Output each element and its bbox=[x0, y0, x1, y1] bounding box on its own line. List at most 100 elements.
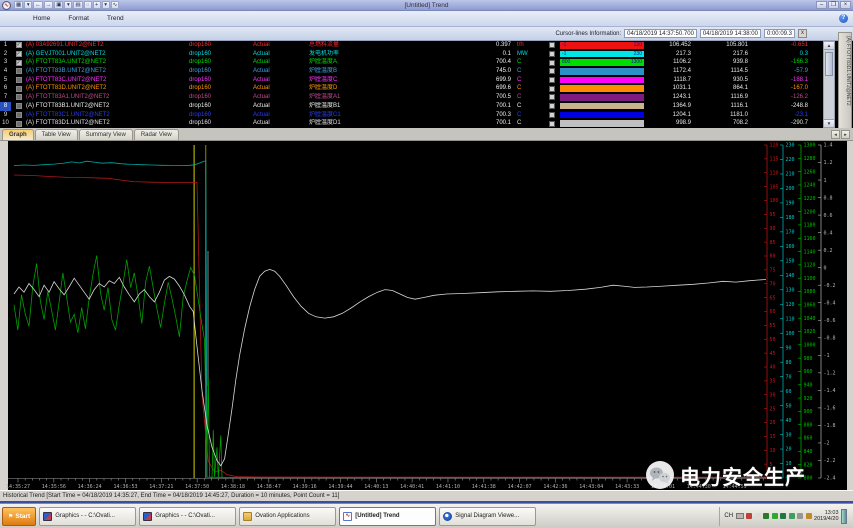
table-row[interactable]: 10(A) FTOTT83D1.UNIT2@NET2drop160Actual炉… bbox=[0, 119, 853, 128]
app-logo-icon[interactable]: ∿ bbox=[2, 1, 11, 10]
tray-green-dark-icon[interactable] bbox=[763, 513, 769, 519]
show-desktop-button[interactable] bbox=[841, 509, 847, 524]
point-name[interactable]: (A) FTOTT83B.UNIT2@NET2 bbox=[26, 67, 189, 76]
point-name[interactable]: (A) FTOTT83A1.UNIT2@NET2 bbox=[26, 93, 189, 102]
add-dropdown-icon[interactable]: ▾ bbox=[102, 1, 110, 9]
row-scale-button[interactable] bbox=[549, 103, 555, 109]
row-checkbox[interactable] bbox=[16, 86, 22, 92]
side-point-tab[interactable]: (A) FTOTT83D1.UNIT2@NET2 bbox=[838, 32, 852, 136]
cursor-time-2[interactable]: 04/18/2019 14:38:00 bbox=[700, 29, 761, 38]
row-scale-button[interactable] bbox=[549, 68, 555, 74]
row-number[interactable]: 7 bbox=[0, 93, 11, 102]
trend-line-icon[interactable]: ∿ bbox=[111, 1, 120, 9]
table-row[interactable]: 2✓(A) GEVJT001.UNIT2@NET2drop160Actual发电… bbox=[0, 50, 853, 59]
row-number[interactable]: 5 bbox=[0, 76, 11, 85]
point-name[interactable]: (A) FTOTT83C1.UNIT2@NET2 bbox=[26, 111, 189, 120]
row-checkbox[interactable] bbox=[16, 94, 22, 100]
row-number[interactable]: 4 bbox=[0, 67, 11, 76]
taskbar-task-folder[interactable]: Ovation Applications bbox=[239, 507, 336, 526]
row-checkbox[interactable]: ✓ bbox=[16, 51, 22, 57]
point-name[interactable]: (A) FTOTT83D.UNIT2@NET2 bbox=[26, 84, 189, 93]
start-button[interactable]: ⚑ Start bbox=[2, 507, 36, 526]
image-dropdown-icon[interactable]: ▾ bbox=[64, 1, 72, 9]
row-checkbox[interactable] bbox=[16, 77, 22, 83]
add-icon[interactable]: + bbox=[93, 1, 101, 9]
row-checkbox[interactable] bbox=[16, 68, 22, 74]
point-name[interactable]: (A) FTOTT83B1.UNIT2@NET2 bbox=[26, 102, 189, 111]
minimize-button[interactable]: – bbox=[816, 1, 827, 9]
row-scale-button[interactable] bbox=[549, 121, 555, 127]
table-row[interactable]: 5(A) FTOTT83C.UNIT2@NET2drop160Actual炉膛温… bbox=[0, 76, 853, 85]
printer-icon[interactable] bbox=[736, 513, 744, 519]
trend-chart[interactable]: 14:35:2714:35:5614:36:2414:36:5314:37:21… bbox=[0, 141, 853, 490]
table-row[interactable]: 8(A) FTOTT83B1.UNIT2@NET2drop160Actual炉膛… bbox=[0, 102, 853, 111]
tray-chart-icon[interactable] bbox=[780, 513, 786, 519]
tab-scroll-right-icon[interactable]: ▸ bbox=[841, 130, 850, 139]
view-tab-summary-view[interactable]: Summary View bbox=[79, 129, 133, 140]
row-checkbox[interactable]: ✓ bbox=[16, 60, 22, 66]
view-tab-table-view[interactable]: Table View bbox=[35, 129, 78, 140]
table-row[interactable]: 1✓(A) 03A92691.UNIT2@NET2drop160Actual总燃… bbox=[0, 41, 853, 50]
tray-red-app-icon[interactable] bbox=[746, 513, 752, 519]
close-button[interactable]: × bbox=[840, 1, 851, 9]
view-tab-graph[interactable]: Graph bbox=[2, 129, 34, 140]
row-number[interactable]: 10 bbox=[0, 119, 11, 128]
table-row[interactable]: 4(A) FTOTT83B.UNIT2@NET2drop160Actual炉膛温… bbox=[0, 67, 853, 76]
back-arrow-icon[interactable]: ← bbox=[33, 1, 43, 9]
tab-scroll-left-icon[interactable]: ◂ bbox=[831, 130, 840, 139]
point-name[interactable]: (A) FTOTT83C.UNIT2@NET2 bbox=[26, 76, 189, 85]
tray-green-icon[interactable] bbox=[772, 513, 778, 519]
tray-flag-icon[interactable] bbox=[755, 513, 761, 519]
chart-icon[interactable]: ▦ bbox=[14, 1, 23, 9]
tray-gray-icon[interactable] bbox=[797, 513, 803, 519]
cursor-info-close-icon[interactable]: x bbox=[798, 29, 807, 38]
table-scrollbar[interactable]: ▲ ▼ bbox=[823, 41, 835, 128]
taskbar-task-trend[interactable]: ∿[Untitled] Trend bbox=[339, 507, 436, 526]
row-number[interactable]: 9 bbox=[0, 111, 11, 120]
help-icon[interactable]: ? bbox=[839, 14, 848, 23]
chart-dropdown-icon[interactable]: ▾ bbox=[24, 1, 32, 9]
row-number[interactable]: 1 bbox=[0, 41, 11, 50]
row-checkbox[interactable] bbox=[16, 103, 22, 109]
row-number[interactable]: 2 bbox=[0, 50, 11, 59]
row-checkbox[interactable] bbox=[16, 112, 22, 118]
point-name[interactable]: (A) GEVJT001.UNIT2@NET2 bbox=[26, 50, 189, 59]
restore-button[interactable]: ❐ bbox=[828, 1, 839, 9]
row-scale-button[interactable] bbox=[549, 86, 555, 92]
row-number[interactable]: 8 bbox=[0, 102, 11, 111]
point-name[interactable]: (A) FTOTT83D1.UNIT2@NET2 bbox=[26, 119, 189, 128]
view-tab-radar-view[interactable]: Radar View bbox=[134, 129, 179, 140]
image-icon[interactable]: ▣ bbox=[54, 1, 63, 9]
row-scale-button[interactable] bbox=[549, 77, 555, 83]
row-scale-button[interactable] bbox=[549, 42, 555, 48]
table-row[interactable]: 9(A) FTOTT83C1.UNIT2@NET2drop160Actual炉膛… bbox=[0, 111, 853, 120]
language-indicator[interactable]: CH bbox=[724, 513, 733, 519]
menu-home[interactable]: Home bbox=[24, 14, 59, 23]
tray-orange-icon[interactable] bbox=[806, 513, 812, 519]
taskbar-task-signal[interactable]: Signal Diagram Viewe... bbox=[439, 507, 536, 526]
point-name[interactable]: (A) 03A92691.UNIT2@NET2 bbox=[26, 41, 189, 50]
table-row[interactable]: 6(A) FTOTT83D.UNIT2@NET2drop160Actual炉膛温… bbox=[0, 84, 853, 93]
row-scale-button[interactable] bbox=[549, 94, 555, 100]
row-number[interactable]: 3 bbox=[0, 58, 11, 67]
copy-icon[interactable]: ▤ bbox=[73, 1, 82, 9]
cursor-time-1[interactable]: 04/18/2019 14:37:50.700 bbox=[624, 29, 697, 38]
menu-format[interactable]: Format bbox=[59, 14, 98, 23]
row-scale-button[interactable] bbox=[549, 112, 555, 118]
zoom-icon[interactable]: ◌ bbox=[84, 1, 92, 9]
forward-arrow-icon[interactable]: → bbox=[44, 1, 54, 9]
row-checkbox[interactable] bbox=[16, 121, 22, 127]
table-row[interactable]: 7(A) FTOTT83A1.UNIT2@NET2drop160Actual炉膛… bbox=[0, 93, 853, 102]
scroll-up-icon[interactable]: ▲ bbox=[824, 42, 834, 50]
row-checkbox[interactable]: ✓ bbox=[16, 42, 22, 48]
taskbar-task-graphics[interactable]: Graphics - - C:\Ovati... bbox=[139, 507, 236, 526]
row-scale-button[interactable] bbox=[549, 60, 555, 66]
scroll-thumb[interactable] bbox=[825, 52, 833, 76]
table-row[interactable]: 3✓(A) FTOTT83A.UNIT2@NET2drop160Actual炉膛… bbox=[0, 58, 853, 67]
scroll-down-icon[interactable]: ▼ bbox=[824, 119, 834, 127]
tray-globe-icon[interactable] bbox=[789, 513, 795, 519]
row-scale-button[interactable] bbox=[549, 51, 555, 57]
point-name[interactable]: (A) FTOTT83A.UNIT2@NET2 bbox=[26, 58, 189, 67]
row-number[interactable]: 6 bbox=[0, 84, 11, 93]
taskbar-task-graphics[interactable]: Graphics - - C:\Ovati... bbox=[39, 507, 136, 526]
